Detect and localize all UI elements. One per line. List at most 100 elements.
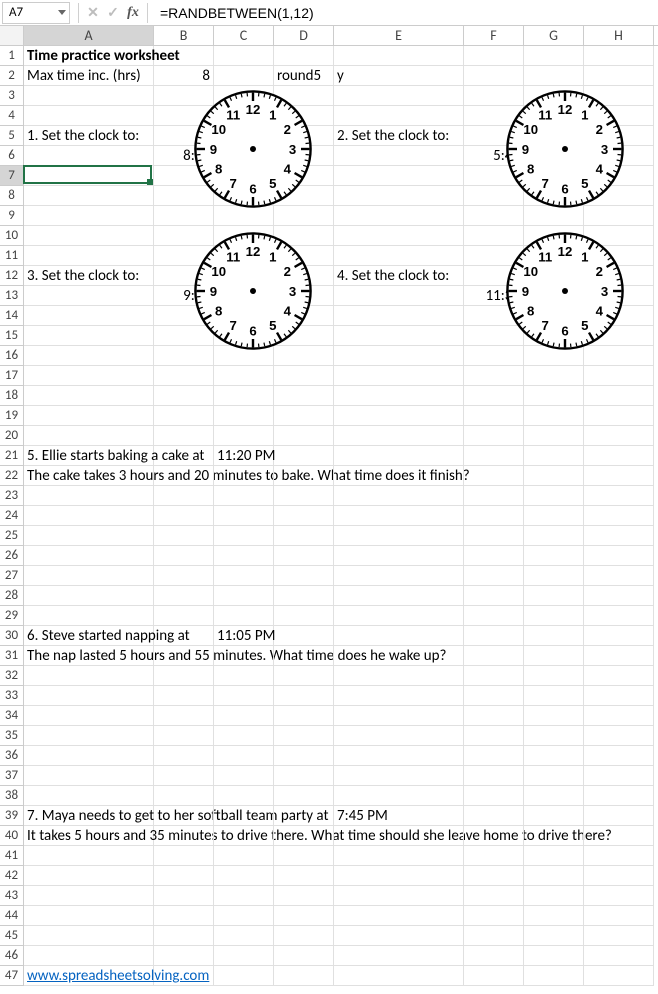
- cell-A30[interactable]: 6. Steve started napping at: [24, 626, 154, 646]
- cell-B24[interactable]: [154, 506, 214, 526]
- cell-G25[interactable]: [524, 526, 584, 546]
- cell-A38[interactable]: [24, 786, 154, 806]
- row-header-20[interactable]: 20: [0, 426, 24, 446]
- cell-A20[interactable]: [24, 426, 154, 446]
- cell-F23[interactable]: [464, 486, 524, 506]
- cell-C24[interactable]: [214, 506, 274, 526]
- cell-H19[interactable]: [584, 406, 654, 426]
- row-header-30[interactable]: 30: [0, 626, 24, 646]
- cell-B38[interactable]: [154, 786, 214, 806]
- row-header-15[interactable]: 15: [0, 326, 24, 346]
- cell-H33[interactable]: [584, 686, 654, 706]
- cell-F38[interactable]: [464, 786, 524, 806]
- cell-H20[interactable]: [584, 426, 654, 446]
- cell-F41[interactable]: [464, 846, 524, 866]
- cell-E14[interactable]: [334, 306, 464, 326]
- column-header-C[interactable]: C: [214, 26, 274, 45]
- cell-D42[interactable]: [274, 866, 334, 886]
- cell-G22[interactable]: [524, 466, 584, 486]
- cell-G34[interactable]: [524, 706, 584, 726]
- cell-A21[interactable]: 5. Ellie starts baking a cake at: [24, 446, 154, 466]
- row-header-13[interactable]: 13: [0, 286, 24, 306]
- cell-B43[interactable]: [154, 886, 214, 906]
- row-header-19[interactable]: 19: [0, 406, 24, 426]
- cell-A26[interactable]: [24, 546, 154, 566]
- cell-D43[interactable]: [274, 886, 334, 906]
- cell-F29[interactable]: [464, 606, 524, 626]
- cell-H24[interactable]: [584, 506, 654, 526]
- cell-A27[interactable]: [24, 566, 154, 586]
- cell-F42[interactable]: [464, 866, 524, 886]
- cell-F26[interactable]: [464, 546, 524, 566]
- cell-G42[interactable]: [524, 866, 584, 886]
- row-header-7[interactable]: 7: [0, 166, 24, 186]
- name-box[interactable]: A7: [2, 2, 70, 24]
- cell-E33[interactable]: [334, 686, 464, 706]
- cell-C18[interactable]: [214, 386, 274, 406]
- cell-A1[interactable]: Time practice worksheet: [24, 46, 154, 66]
- cell-H35[interactable]: [584, 726, 654, 746]
- row-header-29[interactable]: 29: [0, 606, 24, 626]
- cell-C32[interactable]: [214, 666, 274, 686]
- cell-D23[interactable]: [274, 486, 334, 506]
- row-header-8[interactable]: 8: [0, 186, 24, 206]
- cell-E26[interactable]: [334, 546, 464, 566]
- cell-C29[interactable]: [214, 606, 274, 626]
- cell-E24[interactable]: [334, 506, 464, 526]
- cell-C39[interactable]: [214, 806, 274, 826]
- cell-B47[interactable]: [154, 966, 214, 986]
- cell-H21[interactable]: [584, 446, 654, 466]
- cell-A40[interactable]: It takes 5 hours and 35 minutes to drive…: [24, 826, 154, 846]
- cell-A4[interactable]: [24, 106, 154, 126]
- cell-A47[interactable]: www.spreadsheetsolving.com: [24, 966, 154, 986]
- cell-H44[interactable]: [584, 906, 654, 926]
- cell-G40[interactable]: [524, 826, 584, 846]
- cell-G2[interactable]: [524, 66, 584, 86]
- cell-H23[interactable]: [584, 486, 654, 506]
- cell-A34[interactable]: [24, 706, 154, 726]
- cell-G21[interactable]: [524, 446, 584, 466]
- cell-F30[interactable]: [464, 626, 524, 646]
- row-header-3[interactable]: 3: [0, 86, 24, 106]
- cell-C37[interactable]: [214, 766, 274, 786]
- cell-C44[interactable]: [214, 906, 274, 926]
- cell-E32[interactable]: [334, 666, 464, 686]
- cell-D31[interactable]: [274, 646, 334, 666]
- cell-A14[interactable]: [24, 306, 154, 326]
- cell-C38[interactable]: [214, 786, 274, 806]
- cell-E41[interactable]: [334, 846, 464, 866]
- cell-D30[interactable]: [274, 626, 334, 646]
- cell-C20[interactable]: [214, 426, 274, 446]
- cell-H37[interactable]: [584, 766, 654, 786]
- cell-E44[interactable]: [334, 906, 464, 926]
- row-header-34[interactable]: 34: [0, 706, 24, 726]
- cell-B28[interactable]: [154, 586, 214, 606]
- cell-B17[interactable]: [154, 366, 214, 386]
- cell-F40[interactable]: [464, 826, 524, 846]
- cell-H30[interactable]: [584, 626, 654, 646]
- row-header-21[interactable]: 21: [0, 446, 24, 466]
- cell-A12[interactable]: 3. Set the clock to:: [24, 266, 154, 286]
- cell-D41[interactable]: [274, 846, 334, 866]
- cell-F31[interactable]: [464, 646, 524, 666]
- cell-D28[interactable]: [274, 586, 334, 606]
- cell-F45[interactable]: [464, 926, 524, 946]
- cell-E20[interactable]: [334, 426, 464, 446]
- row-header-31[interactable]: 31: [0, 646, 24, 666]
- cell-F21[interactable]: [464, 446, 524, 466]
- cell-G46[interactable]: [524, 946, 584, 966]
- cell-E5[interactable]: 2. Set the clock to:: [334, 126, 464, 146]
- cell-B18[interactable]: [154, 386, 214, 406]
- cell-F24[interactable]: [464, 506, 524, 526]
- cell-B33[interactable]: [154, 686, 214, 706]
- row-header-10[interactable]: 10: [0, 226, 24, 246]
- cell-G32[interactable]: [524, 666, 584, 686]
- cell-E42[interactable]: [334, 866, 464, 886]
- row-header-22[interactable]: 22: [0, 466, 24, 486]
- cell-C36[interactable]: [214, 746, 274, 766]
- cell-D39[interactable]: [274, 806, 334, 826]
- cell-F25[interactable]: [464, 526, 524, 546]
- cell-G38[interactable]: [524, 786, 584, 806]
- cell-B22[interactable]: [154, 466, 214, 486]
- cell-G47[interactable]: [524, 966, 584, 986]
